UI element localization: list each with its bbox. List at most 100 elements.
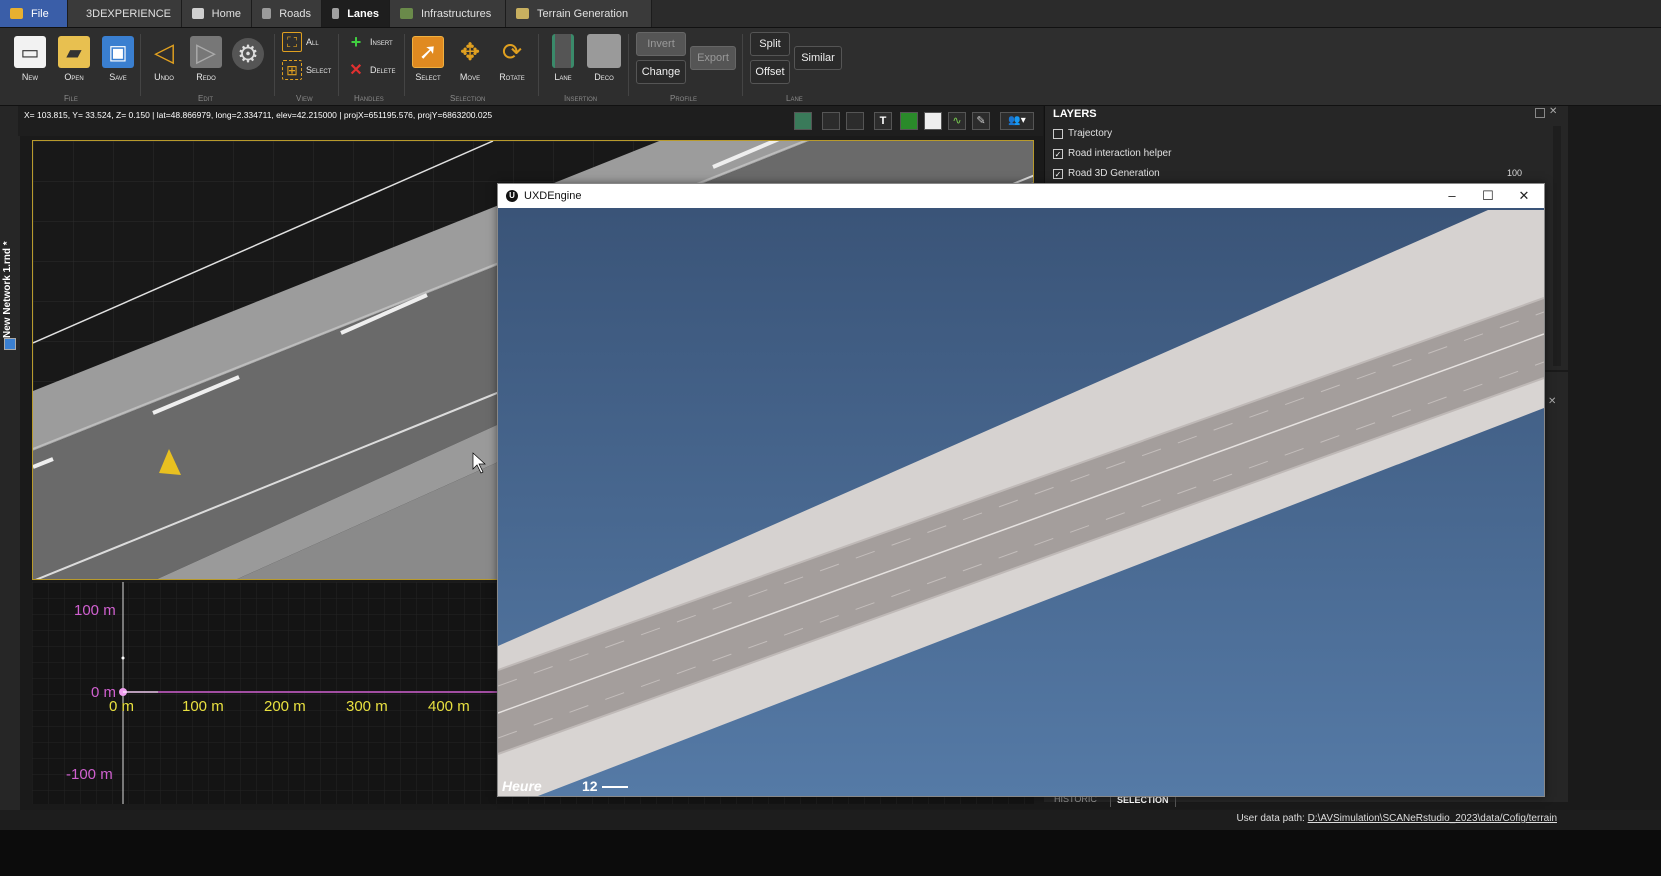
rotate-button[interactable]: ⟳ Rotate xyxy=(494,36,530,83)
redo-button[interactable]: ▷ Redo xyxy=(188,36,224,82)
tab-terrain-generation[interactable]: Terrain Generation xyxy=(506,0,652,27)
group-separator xyxy=(140,34,141,96)
save-icon: ▣ xyxy=(102,36,134,68)
undo-button[interactable]: ◁ Undo xyxy=(146,36,182,83)
zoom-all-icon: ⛶ xyxy=(282,32,302,52)
rotate-icon: ⟳ xyxy=(501,38,523,66)
new-file-icon: ▭ xyxy=(14,36,46,68)
panel-close-icon[interactable]: ✕ xyxy=(1548,396,1556,407)
move-icon: ✥ xyxy=(459,38,481,66)
user-data-path: User data path: D:\AVSimulation\SCANeRst… xyxy=(1236,813,1557,824)
split-button[interactable]: Split xyxy=(750,32,790,56)
export-button[interactable]: Export xyxy=(690,46,736,70)
tab-lanes[interactable]: Lanes xyxy=(322,0,390,27)
checkbox[interactable]: ✓ xyxy=(1053,148,1063,159)
profile-x-label: 400 m xyxy=(428,698,470,715)
tab-infrastructures[interactable]: Infrastructures xyxy=(390,0,506,27)
graph-icon[interactable]: ∿ xyxy=(948,112,966,130)
checkbox[interactable] xyxy=(1053,128,1063,139)
terrain-icon xyxy=(516,8,529,19)
layer-opacity-value[interactable]: 100 xyxy=(1507,168,1522,178)
zoom-select-icon: ⊞ xyxy=(282,60,302,80)
move-button[interactable]: ✥ Move xyxy=(452,36,488,83)
offset-button[interactable]: Offset xyxy=(750,60,790,84)
profile-x-label: 0 m xyxy=(109,698,135,715)
map-view-icon[interactable] xyxy=(794,112,812,130)
status-bar: User data path: D:\AVSimulation\SCANeRst… xyxy=(0,810,1661,830)
3d-render-view[interactable]: Heure 12 xyxy=(498,208,1544,796)
network-title: New Network 1.rnd * xyxy=(2,241,13,338)
tab-roads[interactable]: Roads xyxy=(252,0,322,27)
ribbon-tab-bar: File 3DEXPERIENCE Home Roads Lanes Infra… xyxy=(0,0,1661,28)
group-separator xyxy=(338,34,339,96)
group-label-profile: Profile xyxy=(670,94,698,103)
tab-home[interactable]: Home xyxy=(182,0,252,27)
lane-icon xyxy=(552,34,574,68)
layer-road-interaction-helper[interactable]: ✓ Road interaction helper xyxy=(1053,148,1171,159)
profile-x-label: 100 m xyxy=(182,698,224,715)
undo-icon: ◁ xyxy=(154,36,174,67)
edit-icon[interactable]: ✎ xyxy=(972,112,990,130)
text-toggle-icon[interactable]: T xyxy=(874,112,892,130)
coordinate-bar: X= 103.815, Y= 33.524, Z= 0.150 | lat=48… xyxy=(18,106,1043,136)
group-label-lane: Lane xyxy=(786,94,803,103)
invert-button[interactable]: Invert xyxy=(636,32,686,56)
network-side-tab[interactable]: New Network 1.rnd * xyxy=(0,106,20,826)
layers-title: LAYERS xyxy=(1053,108,1097,120)
similar-button[interactable]: Similar xyxy=(794,46,842,70)
group-label-file: File xyxy=(64,94,78,103)
home-icon xyxy=(192,8,204,19)
profile-x-label: 300 m xyxy=(346,698,388,715)
profile-y-label: 100 m xyxy=(74,602,116,619)
close-icon[interactable]: ✕ xyxy=(1510,187,1538,205)
green-layer-icon[interactable] xyxy=(900,112,918,130)
window-titlebar[interactable]: U UXDEngine – ☐ ✕ xyxy=(498,184,1544,208)
split-vertical-icon[interactable] xyxy=(822,112,840,130)
insert-handle-button[interactable]: + Insert xyxy=(346,32,393,52)
hud-time-slider[interactable] xyxy=(602,786,628,788)
coordinate-readout: X= 103.815, Y= 33.524, Z= 0.150 | lat=48… xyxy=(24,110,493,120)
group-label-insertion: Insertion xyxy=(564,94,598,103)
layer-road-3d-generation[interactable]: ✓ Road 3D Generation xyxy=(1053,168,1160,179)
tab-3dexperience[interactable]: 3DEXPERIENCE xyxy=(68,0,182,27)
insert-lane-button[interactable]: Lane xyxy=(546,34,580,82)
panel-close-icon[interactable]: ✕ xyxy=(1549,106,1557,117)
group-separator xyxy=(628,34,629,96)
minimize-icon[interactable]: – xyxy=(1438,187,1466,205)
plus-icon: + xyxy=(350,31,362,52)
gear-icon: ⚙ xyxy=(232,38,264,70)
group-label-view: View xyxy=(296,94,313,103)
group-separator xyxy=(742,34,743,96)
insert-deco-button[interactable]: Deco xyxy=(586,34,622,82)
group-separator xyxy=(404,34,405,96)
group-label-handles: Handles xyxy=(354,94,384,103)
group-separator xyxy=(274,34,275,96)
user-data-path-link[interactable]: D:\AVSimulation\SCANeRstudio_2023\data/C… xyxy=(1308,813,1557,824)
split-horizontal-icon[interactable] xyxy=(846,112,864,130)
profile-point xyxy=(121,656,125,660)
folder-icon xyxy=(10,8,23,19)
uxdengine-window[interactable]: U UXDEngine – ☐ ✕ Heure 12 xyxy=(497,183,1545,797)
checkbox[interactable]: ✓ xyxy=(1053,168,1063,179)
selection-select-button[interactable]: ➚ Select xyxy=(410,36,446,82)
open-button[interactable]: ▰ Open xyxy=(56,36,92,82)
panel-float-icon[interactable] xyxy=(1535,108,1545,118)
change-button[interactable]: Change xyxy=(636,60,686,84)
save-button[interactable]: ▣ Save xyxy=(100,36,136,82)
group-label-selection: Selection xyxy=(450,94,486,103)
tab-file[interactable]: File xyxy=(0,0,68,27)
layer-trajectory[interactable]: Trajectory xyxy=(1053,128,1112,139)
camera-menu-icon[interactable]: 👥▾ xyxy=(1000,112,1034,130)
maximize-icon[interactable]: ☐ xyxy=(1474,187,1502,205)
select-arrow-icon: ➚ xyxy=(412,36,444,68)
delete-handle-button[interactable]: ✕ Delete xyxy=(346,60,395,80)
hud-time-label: Heure xyxy=(502,778,542,794)
white-layer-icon[interactable] xyxy=(924,112,942,130)
view-select-button[interactable]: ⊞ Select xyxy=(282,60,331,80)
new-button[interactable]: ▭ New xyxy=(12,36,48,82)
ribbon-toolbar: ▭ New ▰ Open ▣ Save File ◁ Undo ▷ Redo ⚙… xyxy=(0,28,1661,106)
settings-menu-button[interactable]: ⚙ xyxy=(230,38,266,74)
view-all-button[interactable]: ⛶ All xyxy=(282,32,319,52)
infrastructure-icon xyxy=(400,8,413,19)
layers-scrollbar[interactable] xyxy=(1553,126,1561,366)
